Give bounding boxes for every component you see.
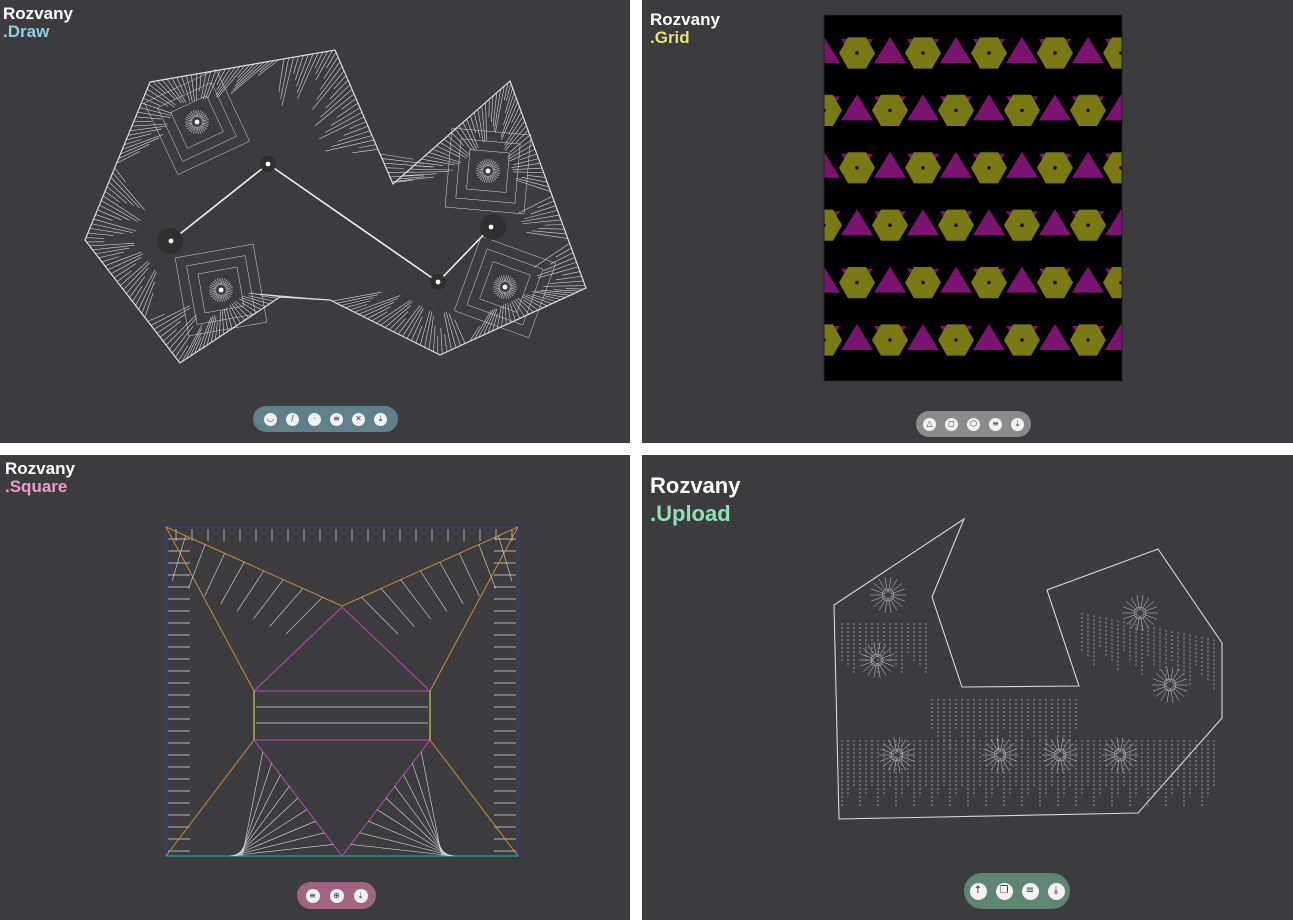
layers-icon: ≡ <box>992 419 999 428</box>
mode-label: .Grid <box>650 27 690 47</box>
pattern-icon: ⊕ <box>333 890 340 900</box>
grid-panel: Rozvany .Grid △ ◻ ⬡ ≡ ⤓ <box>642 0 1293 443</box>
grid-canvas[interactable] <box>642 0 1293 443</box>
layers-button[interactable]: ≡ <box>989 417 1002 431</box>
draw-panel: Rozvany .Draw ◡ / · ≡ ✕ ⤓ <box>0 0 630 443</box>
download-button[interactable]: ⤓ <box>374 412 387 426</box>
layers-icon: ≡ <box>333 414 340 423</box>
square-toolbar: ≡ ⊕ ⤓ <box>297 882 376 909</box>
clear-button[interactable]: ✕ <box>352 412 365 426</box>
triangle-button[interactable]: △ <box>923 417 936 431</box>
upload-toolbar: ↑ ❐ ≡ ⤓ <box>964 873 1070 909</box>
download-icon: ⤓ <box>358 890 363 900</box>
download-icon: ⤓ <box>378 414 383 423</box>
square-canvas[interactable] <box>0 455 630 920</box>
mode-label: .Square <box>5 476 68 496</box>
grid-title: Rozvany .Grid <box>650 11 720 47</box>
layers-icon: ≡ <box>309 890 316 900</box>
download-button[interactable]: ⤓ <box>1047 882 1065 900</box>
hexagon-icon: ⬡ <box>970 419 977 428</box>
draw-title: Rozvany .Draw <box>3 5 73 41</box>
square-icon: ◻ <box>948 419 955 428</box>
download-icon: ⤓ <box>1015 419 1020 428</box>
grid-toolbar: △ ◻ ⬡ ≡ ⤓ <box>916 411 1031 437</box>
app-title: Rozvany <box>5 459 75 478</box>
undo-button[interactable]: ◡ <box>264 412 277 426</box>
layers-button[interactable]: ≡ <box>1021 882 1039 900</box>
download-button[interactable]: ⤓ <box>1011 417 1024 431</box>
square-title: Rozvany .Square <box>5 460 75 496</box>
line-icon: / <box>291 414 294 423</box>
clear-icon: ✕ <box>355 414 362 423</box>
square-panel: Rozvany .Square ≡ ⊕ ⤓ <box>0 455 630 920</box>
point-icon: · <box>313 414 316 423</box>
app-title: Rozvany <box>650 473 741 498</box>
upload-button[interactable]: ↑ <box>969 882 987 900</box>
upload-icon: ↑ <box>973 885 983 896</box>
square-button[interactable]: ◻ <box>945 417 958 431</box>
mode-label: .Draw <box>3 21 50 41</box>
copy-button[interactable]: ❐ <box>995 882 1013 900</box>
download-icon: ⤓ <box>1053 885 1059 896</box>
upload-panel: Rozvany .Upload ↑ ❐ ≡ ⤓ <box>642 455 1293 920</box>
app-title: Rozvany <box>650 10 720 29</box>
layers-button[interactable]: ≡ <box>330 412 343 426</box>
layers-button[interactable]: ≡ <box>305 888 320 903</box>
point-button[interactable]: · <box>308 412 321 426</box>
layers-icon: ≡ <box>1025 885 1035 896</box>
hexagon-button[interactable]: ⬡ <box>967 417 980 431</box>
draw-canvas[interactable] <box>0 0 630 443</box>
app-title: Rozvany <box>3 4 73 23</box>
upload-title: Rozvany .Upload <box>650 472 740 527</box>
triangle-icon: △ <box>926 419 933 428</box>
copy-icon: ❐ <box>999 885 1009 896</box>
draw-toolbar: ◡ / · ≡ ✕ ⤓ <box>253 406 398 432</box>
mode-label: .Upload <box>650 500 731 526</box>
download-button[interactable]: ⤓ <box>353 888 368 903</box>
line-button[interactable]: / <box>286 412 299 426</box>
undo-icon: ◡ <box>267 414 274 423</box>
pattern-button[interactable]: ⊕ <box>329 888 344 903</box>
